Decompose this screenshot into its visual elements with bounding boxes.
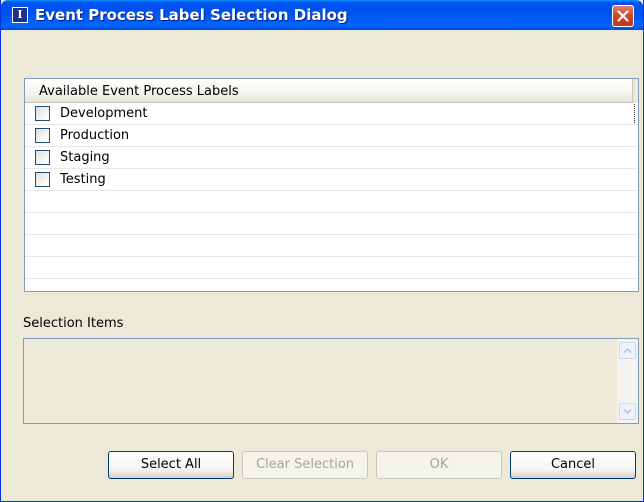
app-icon: I [12,7,28,23]
table-header-corner [633,79,638,103]
close-icon [617,10,629,22]
chevron-up-icon [623,347,632,354]
row-label: Testing [60,172,106,187]
row-checkbox[interactable] [35,150,50,165]
row-checkbox[interactable] [35,128,50,143]
selection-items-area[interactable] [23,338,639,424]
empty-table-row [25,257,638,279]
table-row[interactable]: Testing [25,169,638,191]
table-header-label: Available Event Process Labels [39,84,239,99]
scroll-down-button[interactable] [619,403,636,420]
selection-items-label: Selection Items [23,316,124,331]
scroll-up-button[interactable] [619,342,636,359]
row-label: Development [60,106,148,121]
chevron-down-icon [623,408,632,415]
window-title: Event Process Label Selection Dialog [35,6,348,24]
table-row[interactable]: Development [25,103,638,125]
row-checkbox[interactable] [35,172,50,187]
row-label: Production [60,128,130,143]
empty-table-row [25,191,638,213]
table-column-header[interactable]: Available Event Process Labels [25,79,633,103]
clear-selection-button[interactable]: Clear Selection [242,451,368,479]
empty-table-row [25,213,638,235]
vertical-scrollbar[interactable] [617,339,638,423]
ok-button[interactable]: OK [376,451,502,479]
title-bar[interactable]: I Event Process Label Selection Dialog [1,0,643,30]
row-checkbox[interactable] [35,106,50,121]
table-row[interactable]: Production [25,125,638,147]
close-button[interactable] [612,5,634,27]
dialog-window: I Event Process Label Selection Dialog A… [0,0,644,502]
select-all-button[interactable]: Select All [108,451,234,479]
empty-table-row [25,235,638,257]
table-row[interactable]: Staging [25,147,638,169]
row-label: Staging [60,150,110,165]
cancel-button[interactable]: Cancel [510,451,636,479]
event-process-labels-table: Available Event Process Labels Developme… [24,78,639,292]
